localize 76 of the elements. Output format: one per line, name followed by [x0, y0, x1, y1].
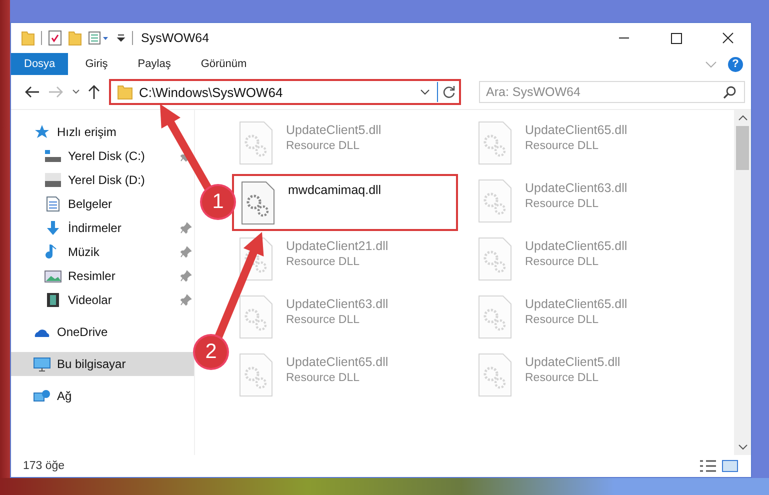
file-name: UpdateClient65.dll	[525, 297, 628, 311]
back-arrow-icon[interactable]	[23, 84, 41, 100]
pin-icon[interactable]	[180, 246, 192, 258]
properties-icon[interactable]	[88, 30, 110, 46]
file-type: Resource DLL	[286, 372, 361, 384]
drive-icon	[44, 172, 62, 188]
sidebar-item[interactable]: OneDrive	[11, 320, 194, 344]
file-name: mwdcamimaq.dll	[288, 183, 382, 197]
ribbon-tab[interactable]: Giriş	[72, 53, 121, 75]
file-type: Resource DLL	[286, 314, 361, 326]
dll-file-icon	[238, 120, 274, 166]
step-number-badge: 1	[202, 186, 234, 218]
sidebar-item[interactable]: Yerel Disk (D:)	[11, 168, 194, 192]
file-type: Resource DLL	[525, 372, 600, 384]
file-name: UpdateClient65.dll	[525, 123, 628, 137]
sidebar-item[interactable]: Bu bilgisayar	[11, 352, 194, 376]
sidebar-item[interactable]: Müzik	[11, 240, 194, 264]
file-name: UpdateClient65.dll	[525, 239, 628, 253]
search-icon[interactable]	[723, 85, 737, 99]
dll-file-icon	[240, 180, 276, 226]
sidebar-item[interactable]: İndirmeler	[11, 216, 194, 240]
item-count: 173 öğe	[23, 460, 65, 472]
pin-icon[interactable]	[180, 222, 192, 234]
sidebar-item[interactable]: Resimler	[11, 264, 194, 288]
sidebar-item[interactable]: Yerel Disk (C:)	[11, 144, 194, 168]
scroll-down-icon[interactable]	[738, 443, 748, 451]
file-type: Resource DLL	[525, 314, 600, 326]
network-icon	[33, 388, 51, 404]
pin-icon[interactable]	[180, 270, 192, 282]
dll-file-icon	[477, 236, 513, 282]
step-number-badge: 2	[195, 336, 227, 368]
sidebar-item[interactable]: Videolar	[11, 288, 194, 312]
pin-icon[interactable]	[180, 294, 192, 306]
search-field[interactable]: Ara: SysWOW64	[479, 81, 745, 103]
file-name: UpdateClient5.dll	[286, 123, 382, 137]
sidebar-item[interactable]: Ağ	[11, 384, 194, 408]
film-icon	[44, 292, 62, 308]
picture-icon	[44, 268, 62, 284]
scrollbar[interactable]	[734, 110, 751, 455]
dll-file-icon	[477, 294, 513, 340]
scroll-up-icon[interactable]	[738, 114, 748, 122]
address-path: C:\Windows\SysWOW64	[139, 84, 284, 100]
details-view-icon[interactable]	[699, 459, 717, 473]
large-icons-view-icon[interactable]	[721, 459, 739, 473]
sidebar-item[interactable]: Hızlı erişim	[11, 120, 194, 144]
window-title: SysWOW64	[141, 31, 210, 45]
monitor-icon	[33, 356, 51, 372]
download-arrow-icon	[44, 220, 62, 236]
document-icon	[44, 196, 62, 212]
scroll-thumb[interactable]	[736, 126, 749, 170]
star-icon	[33, 124, 51, 140]
dll-file-icon	[477, 120, 513, 166]
file-name: UpdateClient63.dll	[525, 181, 628, 195]
file-name: UpdateClient21.dll	[286, 239, 388, 253]
file-type: Resource DLL	[525, 140, 600, 152]
file-tile[interactable]: mwdcamimaq.dll	[232, 174, 458, 231]
checklist-icon[interactable]	[48, 30, 62, 46]
file-type: Resource DLL	[286, 256, 361, 268]
dll-file-icon	[238, 352, 274, 398]
file-name: UpdateClient5.dll	[525, 355, 620, 369]
file-type: Resource DLL	[286, 140, 361, 152]
file-name: UpdateClient65.dll	[286, 355, 388, 369]
address-bar[interactable]: C:\Windows\SysWOW64	[109, 79, 461, 105]
file-type: Resource DLL	[525, 256, 600, 268]
ribbon-tab[interactable]: Görünüm	[188, 53, 260, 75]
dll-file-icon	[238, 294, 274, 340]
file-name: UpdateClient63.dll	[286, 297, 388, 311]
sidebar-item[interactable]: Belgeler	[11, 192, 194, 216]
ribbon-tab[interactable]: Paylaş	[124, 53, 184, 75]
dll-file-icon	[477, 178, 513, 224]
drive-icon	[44, 148, 62, 164]
folder-icon	[117, 84, 133, 100]
help-icon[interactable]: ?	[728, 56, 743, 72]
file-type: Resource DLL	[525, 198, 600, 210]
up-arrow-icon[interactable]	[87, 84, 101, 100]
dll-file-icon	[477, 352, 513, 398]
